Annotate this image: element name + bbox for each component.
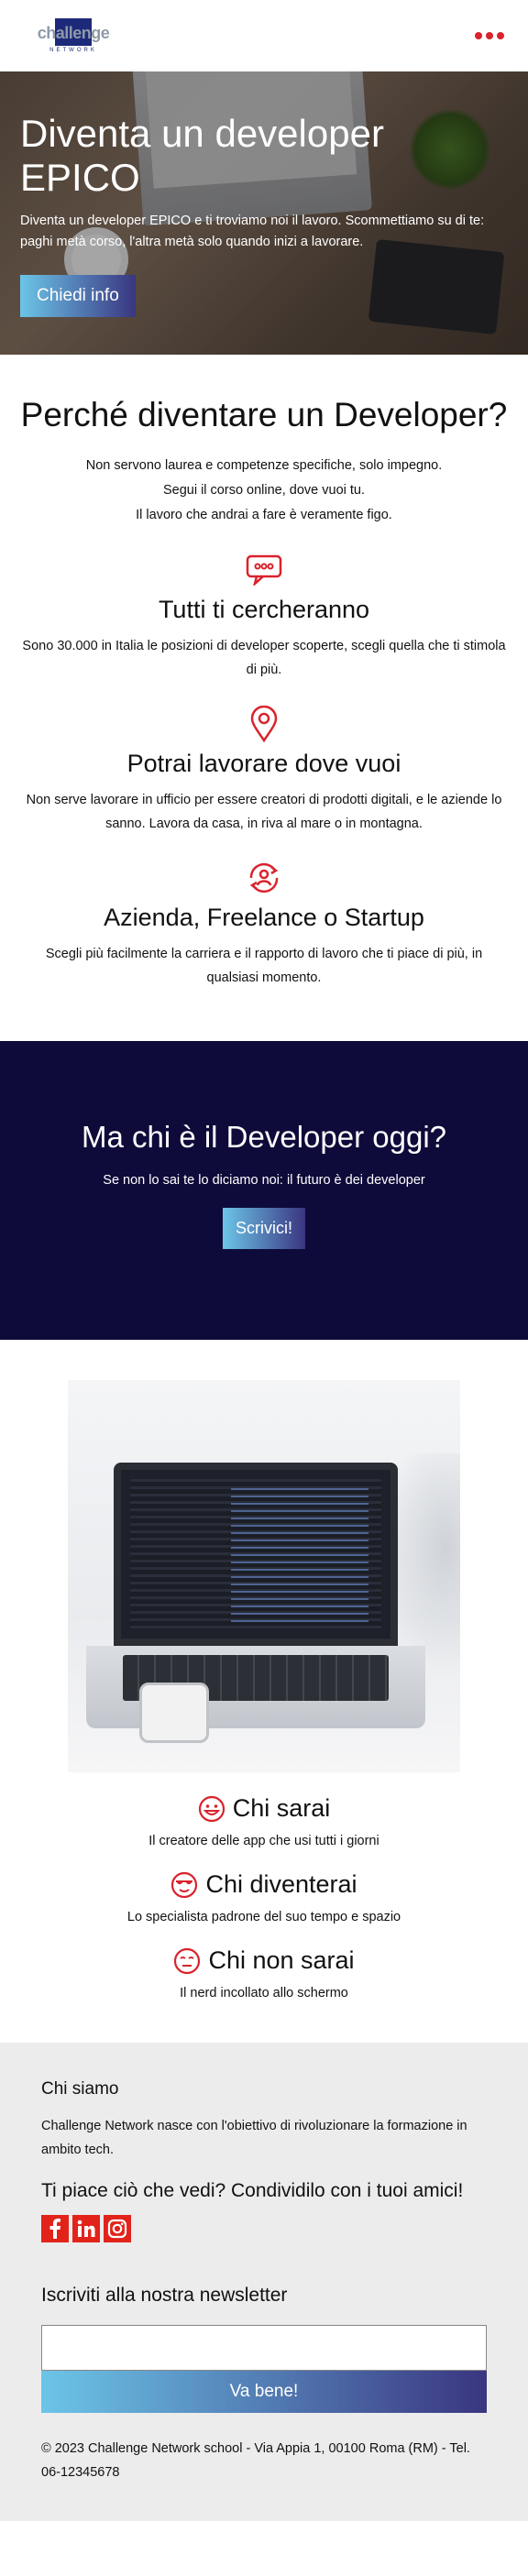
role-title-row: Chi sarai [0, 1794, 528, 1823]
logo[interactable]: challenge NETWORK [35, 18, 112, 53]
feature-item: Potrai lavorare dove vuoi Non serve lavo… [18, 706, 510, 836]
chat-bubble-icon [18, 552, 510, 588]
hero-section: Diventa un developer EPICO Diventa un de… [0, 71, 528, 355]
user-sync-icon [18, 860, 510, 896]
why-section: Perché diventare un Developer? Non servo… [0, 355, 528, 1017]
site-header: challenge NETWORK [0, 0, 528, 71]
feature-title: Potrai lavorare dove vuoi [126, 750, 402, 777]
smile-icon [198, 1795, 225, 1822]
developer-today-section: Ma chi è il Developer oggi? Se non lo sa… [0, 1041, 528, 1340]
hero-text: Diventa un developer EPICO e ti troviamo… [20, 214, 485, 249]
role-title-row: Chi non sarai [0, 1946, 528, 1975]
role-title: Chi sarai [232, 1794, 331, 1822]
feature-title: Tutti ti cercheranno [158, 596, 370, 623]
intro-line: Non servono laurea e competenze specific… [85, 458, 443, 473]
role-item: Chi diventerai Lo specialista padrone de… [0, 1870, 528, 1924]
feature-text: Scegli più facilmente la carriera e il r… [45, 947, 483, 985]
role-text: Il creatore delle app che usi tutti i gi… [148, 1834, 380, 1848]
developer-today-text: Se non lo sai te lo diciamo noi: il futu… [103, 1173, 425, 1188]
developer-today-title: Ma chi è il Developer oggi? [81, 1120, 447, 1154]
logo-subtitle: NETWORK [50, 48, 97, 53]
about-text: Challenge Network nasce con l'obiettivo … [41, 2119, 468, 2157]
site-footer: Chi siamo Challenge Network nasce con l'… [0, 2043, 528, 2521]
role-text: Lo specialista padrone del suo tempo e s… [126, 1910, 402, 1924]
facebook-icon[interactable] [41, 2215, 69, 2242]
menu-dot [486, 32, 493, 39]
menu-dots-icon[interactable] [469, 27, 510, 45]
map-pin-icon [18, 706, 510, 742]
about-title: Chi siamo [41, 2079, 119, 2099]
role-item: Chi non sarai Il nerd incollato allo sch… [0, 1946, 528, 2001]
menu-dot [475, 32, 482, 39]
instagram-icon[interactable] [104, 2215, 131, 2242]
feature-item: Tutti ti cercheranno Sono 30.000 in Ital… [18, 552, 510, 682]
intro-line: Il lavoro che andrai a fare è veramente … [136, 508, 392, 522]
role-text: Il nerd incollato allo schermo [180, 1986, 348, 2001]
social-links [41, 2215, 487, 2242]
role-title: Chi diventerai [205, 1870, 358, 1898]
linkedin-icon[interactable] [72, 2215, 100, 2242]
feature-text: Sono 30.000 in Italia le posizioni di de… [22, 639, 506, 677]
laptop-photo [68, 1380, 460, 1772]
feature-text: Non serve lavorare in ufficio per essere… [26, 793, 502, 831]
laptop-photo-screen [114, 1463, 398, 1646]
laptop-photo-code [130, 1479, 381, 1629]
why-title: Perché diventare un Developer? [20, 396, 508, 433]
share-title: Ti piace ciò che vedi? Condividilo con i… [41, 2180, 464, 2201]
why-intro: Non servono laurea e competenze specific… [18, 454, 510, 528]
laptop-photo-phone [139, 1683, 209, 1743]
role-item: Chi sarai Il creatore delle app che usi … [0, 1794, 528, 1848]
logo-mark: challenge [35, 18, 112, 46]
role-title: Chi non sarai [208, 1946, 355, 1974]
logo-text: challenge [37, 24, 110, 42]
newsletter-title: Iscriviti alla nostra newsletter [41, 2285, 288, 2306]
hero-content: Diventa un developer EPICO Diventa un de… [20, 112, 510, 317]
write-us-button[interactable]: Scrivici! [223, 1208, 305, 1249]
neutral-face-icon [174, 1947, 201, 1974]
request-info-button[interactable]: Chiedi info [20, 275, 136, 317]
roles-section: Chi sarai Il creatore delle app che usi … [0, 1340, 528, 2001]
menu-dot [497, 32, 504, 39]
role-title-row: Chi diventerai [0, 1870, 528, 1899]
newsletter-email-input[interactable] [41, 2325, 487, 2371]
cool-face-icon [171, 1871, 198, 1898]
intro-line: Segui il corso online, dove vuoi tu. [162, 483, 366, 498]
copyright-text: © 2023 Challenge Network school - Via Ap… [41, 2441, 470, 2480]
newsletter-submit-button[interactable]: Va bene! [41, 2371, 487, 2413]
feature-title: Azienda, Freelance o Startup [104, 904, 424, 931]
feature-item: Azienda, Freelance o Startup Scegli più … [18, 860, 510, 990]
hero-title: Diventa un developer EPICO [20, 112, 384, 199]
